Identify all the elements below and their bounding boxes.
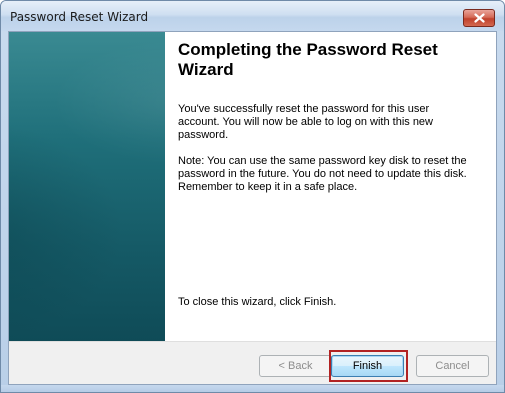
wizard-side-banner bbox=[9, 32, 165, 341]
wizard-client-area: Completing the Password Reset Wizard You… bbox=[8, 31, 497, 385]
finish-button[interactable]: Finish bbox=[331, 355, 404, 377]
password-reset-wizard-window: Password Reset Wizard Completing the Pas… bbox=[0, 0, 505, 393]
window-title: Password Reset Wizard bbox=[10, 10, 149, 24]
window-frame-bottom bbox=[1, 385, 504, 392]
success-message: You've successfully reset the password f… bbox=[178, 103, 433, 141]
wizard-content: Completing the Password Reset Wizard You… bbox=[9, 32, 496, 341]
close-button[interactable] bbox=[463, 9, 495, 27]
title-bar[interactable]: Password Reset Wizard bbox=[1, 1, 504, 31]
back-button[interactable]: < Back bbox=[259, 355, 332, 377]
note-message: Note: You can use the same password key … bbox=[178, 155, 467, 193]
close-icon bbox=[474, 13, 485, 23]
cancel-button[interactable]: Cancel bbox=[416, 355, 489, 377]
page-title: Completing the Password Reset Wizard bbox=[178, 40, 438, 79]
closing-instruction: To close this wizard, click Finish. bbox=[178, 296, 337, 308]
button-separator bbox=[9, 341, 496, 342]
